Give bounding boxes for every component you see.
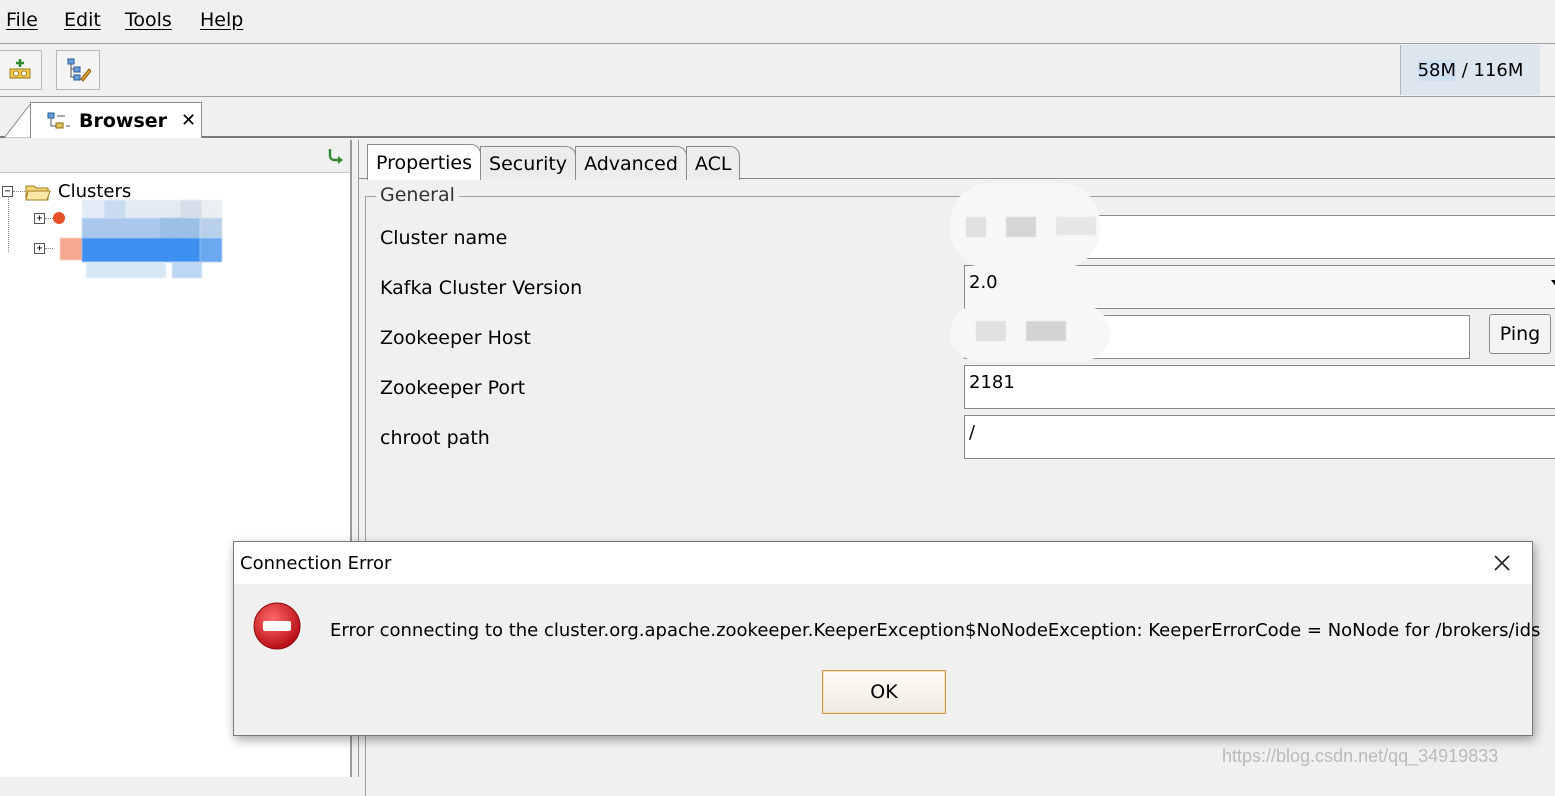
redacted-block <box>1006 217 1036 237</box>
add-cluster-button[interactable] <box>0 50 42 90</box>
tree-root-row[interactable]: − Clusters <box>2 181 131 202</box>
chroot-path-field[interactable]: / <box>964 415 1555 459</box>
tree-cluster-row[interactable]: + <box>34 243 53 254</box>
kafka-version-value: 2.0 <box>969 272 998 293</box>
watermark: https://blog.csdn.net/qq_34919833 <box>1222 746 1499 766</box>
ping-button[interactable]: Ping <box>1489 314 1551 354</box>
memory-indicator[interactable]: 58M / 116M <box>1400 45 1540 95</box>
redacted-block <box>966 217 986 237</box>
memory-used: 58M <box>1417 59 1457 81</box>
tab-advanced[interactable]: Advanced <box>575 146 687 180</box>
tab-security[interactable]: Security <box>480 146 577 180</box>
redacted-block <box>60 238 82 260</box>
ok-button[interactable]: OK <box>822 670 946 714</box>
expand-icon[interactable]: + <box>34 212 45 224</box>
expand-icon[interactable]: + <box>34 243 45 254</box>
open-folder-icon <box>25 185 51 200</box>
memory-total: 116M <box>1473 59 1524 81</box>
chroot-path-value: / <box>969 422 976 443</box>
redacted-block <box>104 200 126 218</box>
close-icon[interactable] <box>1490 551 1514 575</box>
menu-edit[interactable]: Edit <box>64 9 101 31</box>
toolbar: 58M / 116M <box>0 45 1555 97</box>
dialog-title: Connection Error <box>240 553 392 574</box>
redacted-block <box>86 262 166 278</box>
dialog-body: Error connecting to the cluster.org.apac… <box>234 584 1540 735</box>
tab-close-icon[interactable]: ✕ <box>181 110 196 131</box>
dialog-titlebar: Connection Error <box>234 542 1532 584</box>
group-title: General <box>376 184 459 206</box>
tab-acl[interactable]: ACL <box>685 146 741 180</box>
error-message: Error connecting to the cluster.org.apac… <box>330 620 1541 641</box>
redacted-block <box>976 321 1006 341</box>
redacted-block <box>172 262 202 278</box>
menu-tools[interactable]: Tools <box>125 9 172 31</box>
cluster-status-icon <box>53 212 65 224</box>
redacted-block <box>202 200 222 218</box>
zookeeper-host-label: Zookeeper Host <box>380 327 531 349</box>
properties-tabs: Properties Security Advanced ACL <box>367 144 741 180</box>
redacted-block <box>160 218 200 238</box>
redacted-block <box>200 238 222 262</box>
memory-separator: / <box>1456 59 1474 81</box>
menu-bar: File Edit Tools Help <box>0 0 1555 44</box>
tree-cluster-row[interactable]: + <box>34 212 65 224</box>
redacted-block <box>200 218 222 238</box>
redacted-block <box>1026 321 1066 341</box>
zookeeper-port-value: 2181 <box>969 372 1015 393</box>
editor-tab-strip: Browser ✕ <box>0 98 1555 138</box>
menu-file[interactable]: File <box>6 9 38 31</box>
tab-browser-label: Browser <box>79 109 168 132</box>
add-cluster-icon <box>9 59 31 79</box>
connection-error-dialog: Connection Error Error connecting to the… <box>233 541 1540 736</box>
edit-cluster-button[interactable] <box>56 50 100 90</box>
tab-browser[interactable]: Browser ✕ <box>30 102 202 138</box>
tab-properties[interactable]: Properties <box>367 144 482 180</box>
chroot-path-label: chroot path <box>380 427 490 449</box>
redacted-block <box>126 200 180 218</box>
zookeeper-port-field[interactable]: 2181 <box>964 365 1555 409</box>
dropdown-arrow-icon <box>1551 280 1555 288</box>
zookeeper-port-label: Zookeeper Port <box>380 377 526 399</box>
cluster-name-label: Cluster name <box>380 227 508 249</box>
cluster-tree-edit-icon <box>67 58 91 82</box>
tree-connector <box>8 196 9 252</box>
menu-help[interactable]: Help <box>200 9 243 31</box>
browser-tree-icon <box>47 112 70 128</box>
error-icon <box>253 602 301 650</box>
redacted-block <box>82 200 104 218</box>
redacted-block <box>1056 217 1096 235</box>
kafka-version-label: Kafka Cluster Version <box>380 277 583 299</box>
kafka-version-select[interactable]: 2.0 <box>964 265 1555 309</box>
tree-root-label: Clusters <box>58 181 132 202</box>
refresh-arrow-icon[interactable] <box>326 146 346 166</box>
tree-header <box>0 140 350 173</box>
redacted-block <box>180 200 202 218</box>
redacted-selection <box>82 238 200 262</box>
